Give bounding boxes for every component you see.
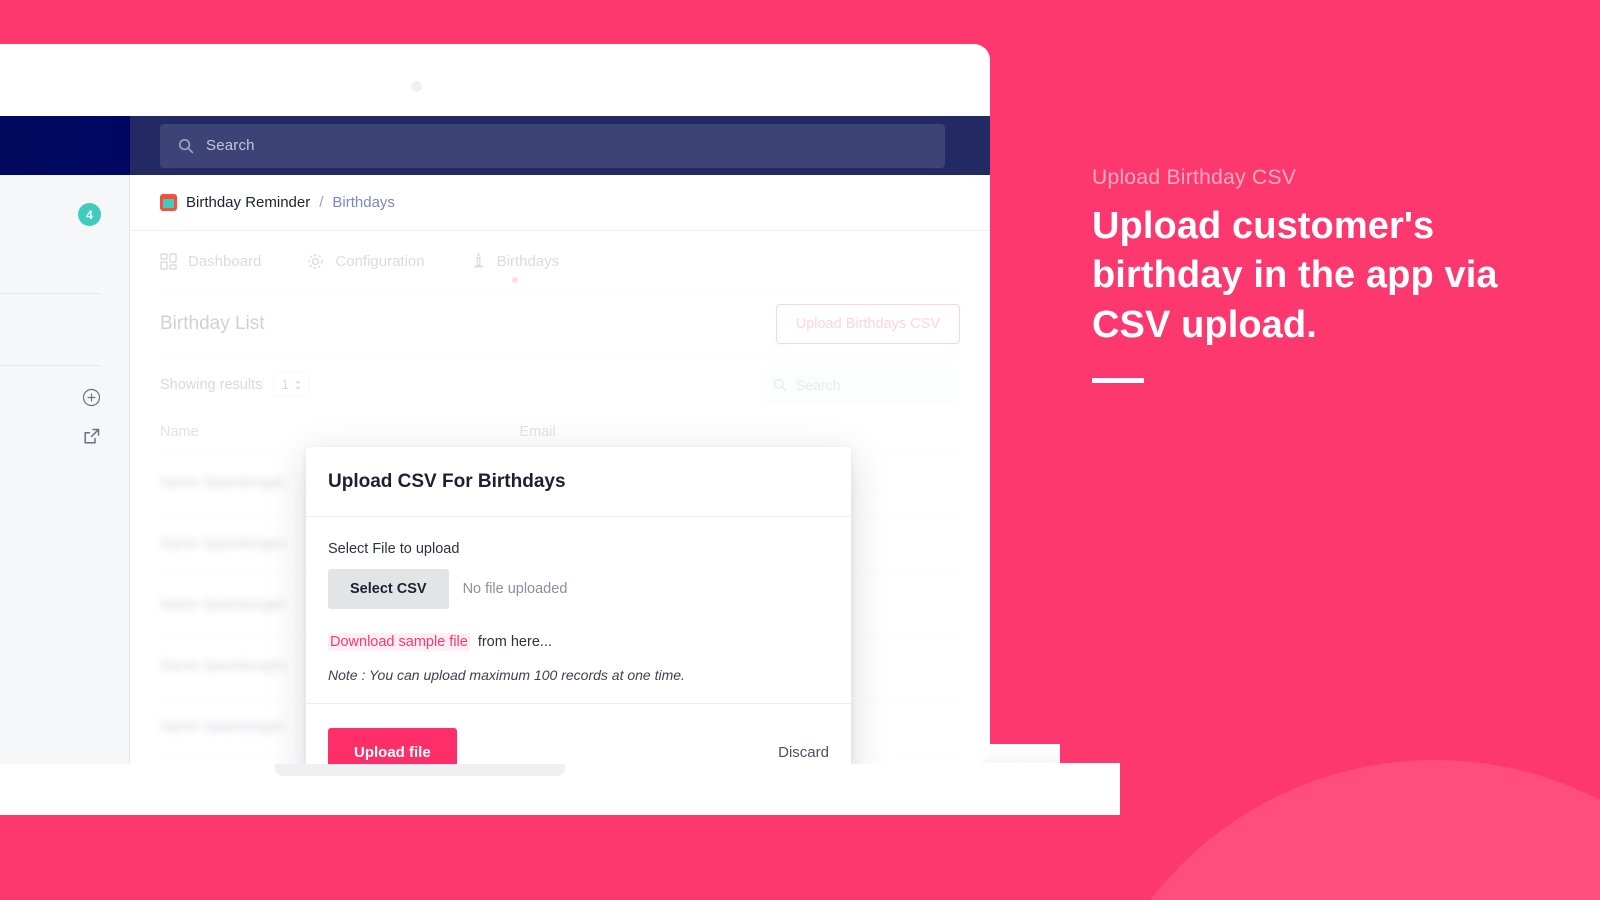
sample-file-row: Download sample file from here...: [328, 633, 829, 651]
modal-body: Select File to upload Select CSV No file…: [306, 517, 851, 703]
app-topbar: Search: [0, 116, 990, 175]
topbar-brand-area: [0, 116, 130, 175]
marketing-headline: Upload customer's birthday in the app vi…: [1092, 205, 1498, 346]
app-sidebar: s 4 ers ts ELS: [0, 175, 130, 764]
external-link-icon[interactable]: [82, 427, 101, 446]
calendar-icon: [160, 194, 177, 211]
poster-canvas: Search s 4 ers ts ELS: [0, 0, 1600, 900]
upload-birthdays-csv-button[interactable]: Upload Birthdays CSV: [775, 304, 960, 344]
modal-header: Upload CSV For Birthdays: [306, 447, 851, 517]
tab-birthdays[interactable]: Birthdays: [471, 231, 560, 291]
global-search-placeholder: Search: [206, 137, 255, 154]
marketing-copy: Upload Birthday CSV Upload customer's bi…: [1092, 166, 1542, 384]
sidebar-item-badge: 4: [78, 203, 101, 226]
global-search-field[interactable]: Search: [160, 123, 945, 168]
sidebar-divider: [0, 293, 101, 294]
laptop-mockup: Search s 4 ers ts ELS: [0, 44, 1120, 815]
file-picker-row: Select CSV No file uploaded: [328, 569, 829, 609]
sidebar-item-0[interactable]: s 4: [0, 193, 129, 236]
list-search-placeholder: Search: [796, 376, 841, 393]
search-icon: [773, 378, 787, 391]
tab-label: Dashboard: [188, 252, 262, 270]
list-title: Birthday List: [160, 313, 265, 334]
upload-csv-modal: Upload CSV For Birthdays Select File to …: [306, 447, 851, 764]
sidebar-section-channels: ELS: [0, 380, 129, 415]
file-status-text: No file uploaded: [462, 581, 568, 597]
page-size-value: 1: [281, 377, 289, 392]
topbar-search-area: Search: [130, 116, 990, 175]
upload-note: Note : You can upload maximum 100 record…: [328, 667, 685, 683]
list-toolbar: Showing results 1 Search: [160, 356, 960, 412]
list-header: Birthday List Upload Birthdays CSV: [160, 292, 960, 356]
marketing-eyebrow: Upload Birthday CSV: [1092, 166, 1297, 189]
tab-dashboard[interactable]: Dashboard: [160, 231, 261, 291]
sidebar-divider: [0, 365, 101, 366]
upload-file-button[interactable]: Upload file: [328, 728, 457, 764]
tab-active-indicator: [511, 277, 518, 283]
tab-label: Configuration: [335, 252, 425, 270]
breadcrumb-app[interactable]: Birthday Reminder: [186, 194, 310, 211]
breadcrumb-separator: /: [319, 194, 324, 211]
breadcrumb-current[interactable]: Birthdays: [332, 194, 395, 211]
candle-icon: [473, 253, 483, 268]
webcam-icon: [411, 81, 422, 92]
gear-icon: [308, 253, 324, 269]
tab-label: Birthdays: [496, 252, 560, 270]
laptop-base-notch: [275, 763, 565, 776]
select-file-label: Select File to upload: [328, 541, 460, 557]
sidebar-item-1[interactable]: ers: [0, 236, 129, 279]
sidebar-section-label: ELS: [0, 391, 82, 405]
sidebar-item-label: tore: [0, 428, 68, 445]
laptop-screen: Search s 4 ers ts ELS: [0, 44, 990, 764]
modal-footer: Upload file Discard: [306, 703, 851, 764]
sidebar-item-label: ts: [0, 321, 101, 338]
select-csv-button[interactable]: Select CSV: [328, 569, 449, 609]
tab-bar: Dashboard Configuration Birthdays: [130, 231, 990, 291]
modal-title: Upload CSV For Birthdays: [328, 470, 566, 492]
sidebar-item-label: s: [0, 206, 64, 223]
plus-circle-icon[interactable]: [82, 388, 101, 407]
download-sample-file-link[interactable]: Download sample file: [328, 633, 470, 651]
sidebar-item-2[interactable]: ts: [0, 308, 129, 351]
search-icon: [178, 138, 194, 153]
list-search-field[interactable]: Search: [760, 366, 960, 403]
sidebar-item-online-store[interactable]: tore: [0, 415, 129, 458]
breadcrumb: Birthday Reminder / Birthdays: [130, 175, 990, 231]
sidebar-item-label: ers: [0, 249, 101, 266]
tab-configuration[interactable]: Configuration: [307, 231, 425, 291]
chevron-updown-icon: [294, 379, 301, 390]
showing-results: Showing results 1: [160, 372, 310, 397]
grid-icon: [160, 252, 177, 270]
discard-button[interactable]: Discard: [778, 744, 829, 761]
sample-file-tail: from here...: [477, 634, 552, 650]
showing-results-label: Showing results: [160, 376, 263, 393]
decorative-circle: [1075, 760, 1600, 900]
page-size-select[interactable]: 1: [273, 372, 310, 397]
marketing-rule: [1092, 378, 1144, 384]
